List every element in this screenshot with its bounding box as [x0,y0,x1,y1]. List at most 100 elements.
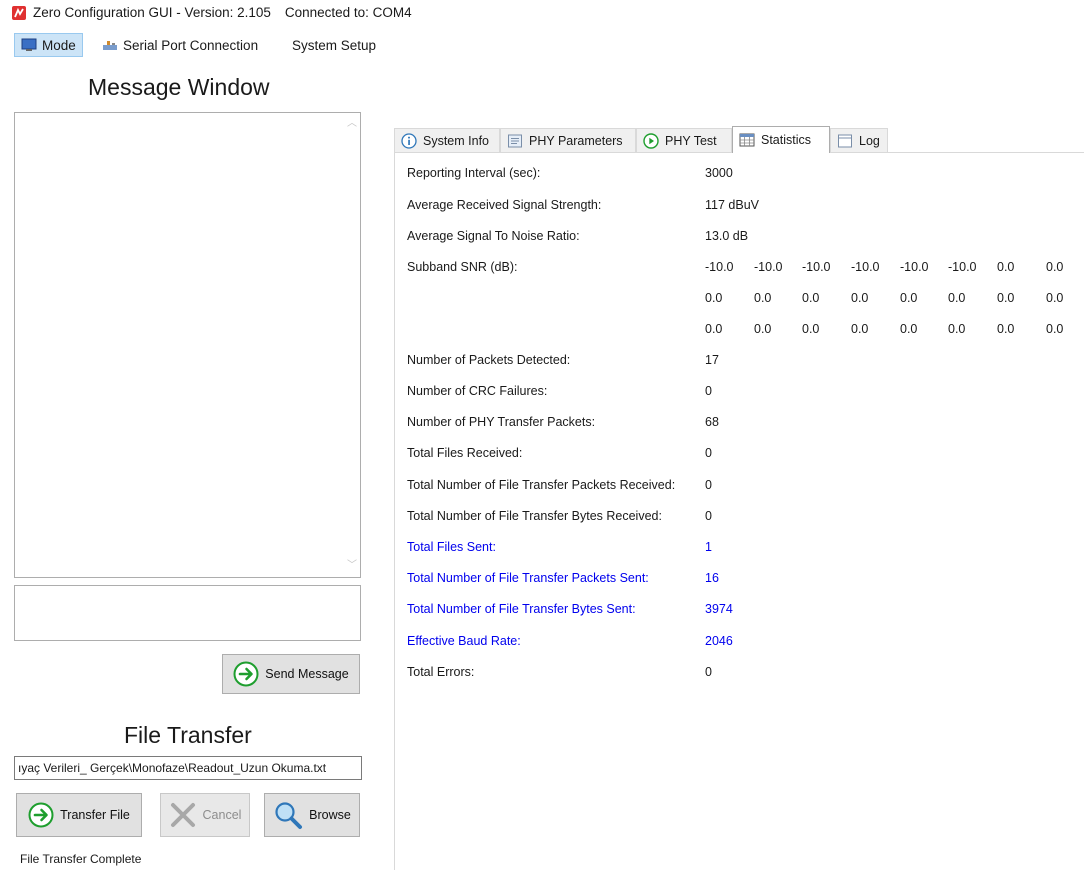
window-title: Zero Configuration GUI - Version: 2.105 C… [33,5,412,20]
snr-cell: 0.0 [900,322,918,336]
tab-strip: System Info PHY Parameters PHY Test Stat… [394,126,1084,153]
snr-cell: 0.0 [948,322,966,336]
stat-value: 13.0 dB [705,229,749,243]
app-logo-icon [12,6,26,20]
stat-label: Average Received Signal Strength: [407,198,602,212]
app-title: Zero Configuration GUI - Version: 2.105 [33,5,271,20]
snr-cell: 0.0 [705,291,723,305]
transfer-file-button[interactable]: Transfer File [16,793,142,837]
stat-ft-bytes-received: Total Number of File Transfer Bytes Rece… [407,509,712,529]
send-message-label: Send Message [265,667,349,681]
subband-snr-row: 0.0 0.0 0.0 0.0 0.0 0.0 0.0 0.0 [705,322,1084,342]
table-icon [739,133,755,147]
snr-cell: 0.0 [705,322,723,336]
stat-label: Total Number of File Transfer Bytes Rece… [407,509,662,523]
statistics-panel: Reporting Interval (sec): 3000 Average R… [394,152,1084,870]
tab-phy-parameters-label: PHY Parameters [529,133,623,148]
stat-value: 3000 [705,166,733,180]
tab-phy-test-label: PHY Test [665,133,717,148]
file-path-field[interactable]: ıyaç Verileri_ Gerçek\Monofaze\Readout_U… [14,756,362,780]
snr-cell: 0.0 [851,322,869,336]
stat-reporting-interval: Reporting Interval (sec): 3000 [407,166,733,186]
tab-log[interactable]: Log [830,128,888,152]
snr-cell: -10.0 [948,260,977,274]
stat-average-snr: Average Signal To Noise Ratio: 13.0 dB [407,229,748,249]
stat-label: Total Errors: [407,665,475,679]
stat-ft-bytes-sent: Total Number of File Transfer Bytes Sent… [407,602,733,622]
menu-system-setup[interactable]: System Setup [286,33,382,57]
snr-cell: -10.0 [900,260,929,274]
tab-statistics-label: Statistics [761,133,812,147]
message-log-scrollbar[interactable]: ︿ ﹀ [343,113,360,577]
tab-system-info[interactable]: System Info [394,128,500,152]
serial-port-icon [103,41,117,50]
send-message-button[interactable]: Send Message [222,654,360,694]
snr-cell: 0.0 [900,291,918,305]
stat-label: Total Files Received: [407,446,523,460]
transfer-file-label: Transfer File [60,808,130,822]
info-icon [401,132,417,149]
stat-value: 0 [705,665,712,679]
scroll-up-icon[interactable]: ︿ [347,119,357,129]
message-window-heading: Message Window [88,74,270,100]
menu-serial-port-connection[interactable]: Serial Port Connection [96,33,264,57]
snr-cell: -10.0 [802,260,831,274]
snr-cell: 0.0 [997,291,1015,305]
stat-value: 17 [705,353,719,367]
arrow-right-icon [28,802,54,828]
snr-cell: -10.0 [705,260,734,274]
snr-cell: 0.0 [997,322,1015,336]
stat-value: 117 dBuV [705,198,759,212]
stat-crc-failures: Number of CRC Failures: 0 [407,384,712,404]
stat-ft-packets-sent: Total Number of File Transfer Packets Se… [407,571,719,591]
snr-cell: 0.0 [754,322,772,336]
stat-label: Number of CRC Failures: [407,384,548,398]
log-icon [837,133,853,149]
snr-cell: 0.0 [1046,260,1064,274]
stat-total-errors: Total Errors: 0 [407,665,712,685]
menu-bar: Mode Serial Port Connection System Setup [0,33,600,59]
cancel-label: Cancel [202,808,242,822]
snr-cell: 0.0 [754,291,772,305]
stat-phy-transfer-packets: Number of PHY Transfer Packets: 68 [407,415,719,435]
snr-cell: 0.0 [1046,322,1064,336]
stat-label: Subband SNR (dB): [407,260,518,274]
snr-cell: 0.0 [851,291,869,305]
tab-statistics[interactable]: Statistics [732,126,830,153]
scroll-down-icon[interactable]: ﹀ [347,561,357,571]
close-icon [169,801,197,829]
menu-system-setup-label: System Setup [292,37,377,53]
tab-phy-test[interactable]: PHY Test [636,128,732,152]
snr-cell: 0.0 [802,322,820,336]
snr-cell: 0.0 [1046,291,1064,305]
stat-value: 0 [705,446,712,460]
tab-phy-parameters[interactable]: PHY Parameters [500,128,636,152]
menu-mode-label: Mode [42,37,76,53]
snr-cell: 0.0 [948,291,966,305]
stat-label: Average Signal To Noise Ratio: [407,229,580,243]
stat-label: Number of PHY Transfer Packets: [407,415,596,429]
file-transfer-status: File Transfer Complete [20,852,142,866]
stat-files-received: Total Files Received: 0 [407,446,712,466]
stat-value: 16 [705,571,719,585]
monitor-icon [21,38,37,51]
stat-value: 0 [705,509,712,523]
search-icon [273,800,303,830]
stat-average-rss: Average Received Signal Strength: 117 dB… [407,198,759,218]
message-input[interactable] [14,585,361,641]
file-transfer-heading: File Transfer [124,722,252,748]
snr-cell: 0.0 [802,291,820,305]
arrow-right-icon [233,661,259,687]
cancel-button[interactable]: Cancel [160,793,250,837]
message-log-area[interactable]: ︿ ﹀ [14,112,361,578]
browse-button[interactable]: Browse [264,793,360,837]
document-icon [507,133,523,149]
snr-cell: 0.0 [997,260,1015,274]
stat-label: Total Number of File Transfer Bytes Sent… [407,602,636,616]
menu-mode[interactable]: Mode [14,33,83,57]
stat-packets-detected: Number of Packets Detected: 17 [407,353,719,373]
stat-ft-packets-received: Total Number of File Transfer Packets Re… [407,478,712,498]
stat-label: Total Number of File Transfer Packets Re… [407,478,676,492]
snr-cell: -10.0 [851,260,880,274]
title-bar: Zero Configuration GUI - Version: 2.105 C… [0,0,1084,26]
